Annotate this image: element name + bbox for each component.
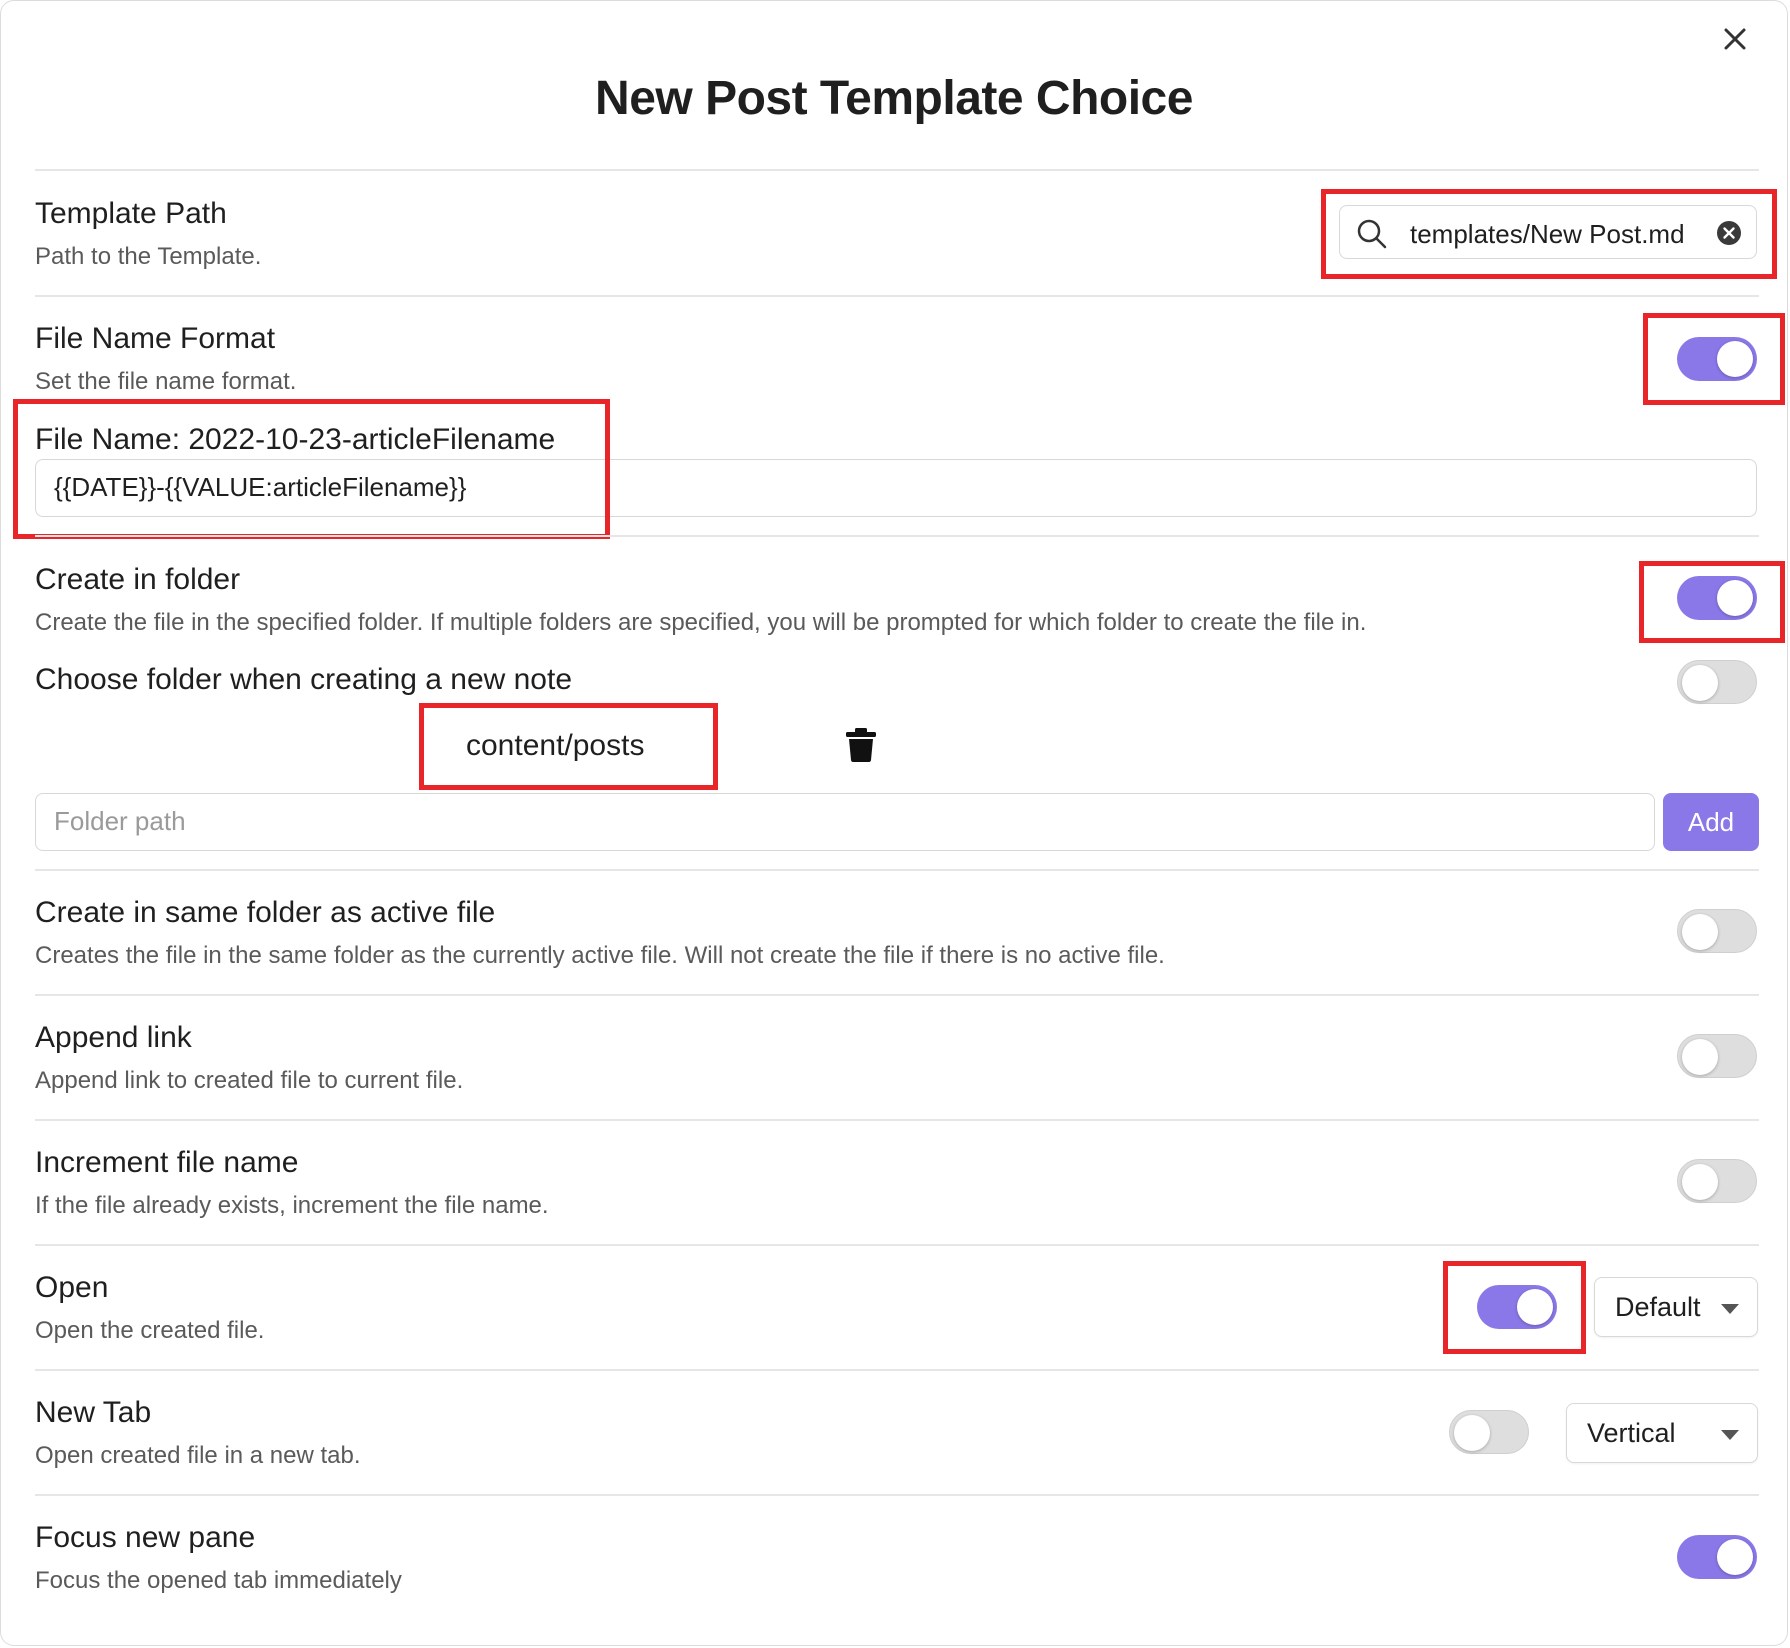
divider [35,994,1759,996]
file-name-format-desc: Set the file name format. [35,368,297,395]
caret-down-icon [1721,1430,1739,1440]
template-path-search-input[interactable]: templates/New Post.md [1339,205,1757,259]
toggle-knob [1682,914,1718,950]
new-tab-direction-select[interactable]: Vertical [1566,1403,1758,1463]
open-desc: Open the created file. [35,1317,265,1344]
append-link-toggle[interactable] [1677,1034,1757,1078]
create-in-folder-desc: Create the file in the specified folder.… [35,609,1367,636]
file-name-format-label: File Name Format [35,322,276,355]
divider [35,535,1759,537]
close-button[interactable] [1713,17,1757,61]
file-name-format-input[interactable]: {{DATE}}-{{VALUE:articleFilename}} [35,459,1757,517]
add-folder-button[interactable]: Add [1663,793,1759,851]
focus-new-pane-toggle[interactable] [1677,1535,1757,1579]
open-toggle[interactable] [1477,1285,1557,1329]
close-icon [1724,28,1746,50]
append-link-desc: Append link to created file to current f… [35,1067,464,1094]
toggle-knob [1682,1164,1718,1200]
divider [35,1119,1759,1121]
choose-folder-toggle[interactable] [1677,660,1757,704]
increment-file-name-toggle[interactable] [1677,1159,1757,1203]
trash-icon[interactable] [845,727,877,763]
same-folder-desc: Creates the file in the same folder as t… [35,942,1165,969]
choose-folder-label: Choose folder when creating a new note [35,663,573,696]
new-tab-toggle[interactable] [1449,1410,1529,1454]
new-tab-desc: Open created file in a new tab. [35,1442,361,1469]
increment-file-name-label: Increment file name [35,1146,299,1179]
file-name-format-toggle[interactable] [1677,337,1757,381]
template-path-label: Template Path [35,197,227,230]
focus-new-pane-label: Focus new pane [35,1521,256,1554]
template-choice-modal: New Post Template Choice Template Path P… [0,0,1788,1646]
toggle-knob [1454,1415,1490,1451]
folder-path-placeholder: Folder path [54,806,186,836]
increment-file-name-desc: If the file already exists, increment th… [35,1192,549,1219]
open-label: Open [35,1271,109,1304]
new-tab-direction-value: Vertical [1587,1418,1676,1448]
toggle-knob [1717,341,1753,377]
toggle-knob [1682,665,1718,701]
caret-down-icon [1721,1304,1739,1314]
divider [35,1494,1759,1496]
search-icon [1357,219,1387,249]
folder-path-input[interactable]: Folder path [35,793,1655,851]
divider [35,295,1759,297]
template-path-value: templates/New Post.md [1410,219,1685,249]
file-name-preview: File Name: 2022-10-23-articleFilename [35,423,556,456]
divider [35,869,1759,871]
create-in-folder-label: Create in folder [35,563,241,596]
toggle-knob [1717,1539,1753,1575]
divider [35,169,1759,171]
toggle-knob [1717,580,1753,616]
toggle-knob [1517,1289,1553,1325]
same-folder-label: Create in same folder as active file [35,896,496,929]
modal-title: New Post Template Choice [595,72,1193,125]
same-folder-toggle[interactable] [1677,909,1757,953]
append-link-label: Append link [35,1021,192,1054]
divider [35,1244,1759,1246]
clear-circle-icon[interactable] [1716,220,1742,246]
focus-new-pane-desc: Focus the opened tab immediately [35,1567,402,1594]
template-path-desc: Path to the Template. [35,243,262,270]
toggle-knob [1682,1039,1718,1075]
new-tab-label: New Tab [35,1396,152,1429]
folder-list-item: content/posts [466,729,645,762]
open-mode-value: Default [1615,1292,1701,1322]
open-mode-select[interactable]: Default [1594,1277,1758,1337]
divider [35,1369,1759,1371]
create-in-folder-toggle[interactable] [1677,576,1757,620]
